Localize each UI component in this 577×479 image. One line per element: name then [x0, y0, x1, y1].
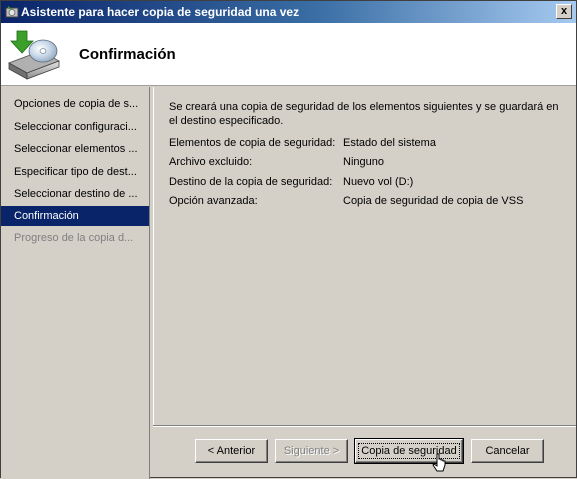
intro-text: Se creará una copia de seguridad de los … — [169, 101, 559, 127]
close-button[interactable]: x — [556, 4, 572, 19]
wizard-header: Confirmación — [1, 23, 576, 86]
button-divider — [153, 425, 576, 427]
next-button[interactable]: Siguiente > — [275, 439, 348, 463]
sidebar-item-select-destination[interactable]: Seleccionar destino de ... — [1, 184, 149, 204]
window-title: Asistente para hacer copia de seguridad … — [21, 5, 300, 19]
wizard-window: Asistente para hacer copia de seguridad … — [0, 0, 577, 479]
close-icon: x — [560, 5, 568, 17]
mouse-pointer-icon — [432, 453, 446, 472]
title-bar[interactable]: Asistente para hacer copia de seguridad … — [1, 1, 576, 23]
advanced-option-label: Opción avanzada: — [169, 195, 258, 207]
page-title: Confirmación — [79, 46, 176, 63]
backup-items-value: Estado del sistema — [343, 137, 436, 149]
cancel-button[interactable]: Cancelar — [471, 439, 544, 463]
sidebar-item-select-items[interactable]: Seleccionar elementos ... — [1, 139, 149, 159]
sidebar-item-destination-type[interactable]: Especificar tipo de dest... — [1, 162, 149, 182]
wizard-steps-sidebar: Opciones de copia de s... Seleccionar co… — [1, 87, 150, 479]
backup-wizard-icon — [8, 30, 60, 80]
sidebar-item-select-configuration[interactable]: Seleccionar configuraci... — [1, 117, 149, 137]
excluded-file-label: Archivo excluido: — [169, 156, 253, 168]
backup-destination-label: Destino de la copia de seguridad: — [169, 176, 333, 188]
back-button[interactable]: < Anterior — [195, 439, 268, 463]
backup-destination-value: Nuevo vol (D:) — [343, 176, 414, 188]
confirmation-panel: Se creará una copia de seguridad de los … — [153, 87, 576, 425]
backup-items-label: Elementos de copia de seguridad: — [169, 137, 336, 149]
sidebar-item-confirmation[interactable]: Confirmación — [1, 206, 149, 226]
backup-app-icon — [5, 6, 19, 18]
sidebar-item-backup-progress: Progreso de la copia d... — [14, 232, 134, 244]
excluded-file-value: Ninguno — [343, 156, 384, 168]
sidebar-item-backup-options[interactable]: Opciones de copia de s... — [1, 94, 149, 114]
advanced-option-value: Copia de seguridad de copia de VSS — [343, 195, 524, 207]
